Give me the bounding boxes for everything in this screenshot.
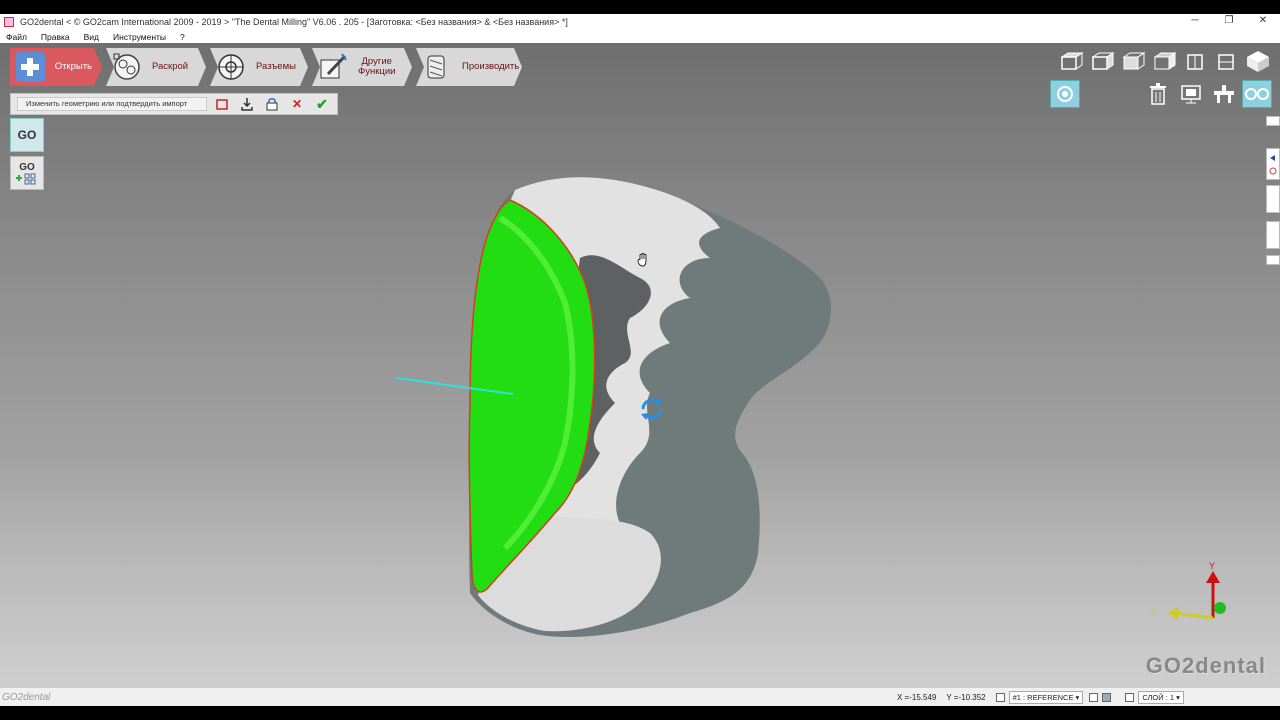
axis-triad: Y Z (1150, 561, 1226, 620)
menu-view[interactable]: Вид (84, 32, 99, 42)
go-button-label: GO (17, 128, 37, 142)
axis-z-label: Z (1150, 608, 1156, 618)
status-app-name: GO2dental (2, 691, 51, 703)
view-right-icon[interactable] (1151, 49, 1179, 73)
menu-file[interactable]: Файл (6, 32, 27, 42)
3d-viewport[interactable]: Y Z Открыть Раскрой Разъемы Другие Функц… (0, 43, 1280, 687)
reference-checkbox[interactable] (995, 692, 1005, 702)
layer-checkbox[interactable] (1125, 692, 1135, 702)
color-swatch[interactable] (1102, 692, 1112, 702)
status-bar: GO2dental X =-15.549 Y =-10.352 #1 : REF… (0, 687, 1280, 706)
menu-bar: Файл Правка Вид Инструменты ? (0, 30, 1280, 43)
brand-watermark: GO2dental (1145, 653, 1266, 678)
title-bar: GO2dental < © GO2cam International 2009 … (0, 0, 1280, 30)
trash-icon[interactable] (1143, 80, 1173, 108)
tab-open-label: Открыть (54, 61, 92, 72)
import-icon[interactable] (237, 95, 257, 113)
tab-nesting-label: Раскрой (152, 61, 189, 72)
view-toolbar (1055, 49, 1272, 73)
tab-connectors[interactable]: Разъемы (210, 48, 308, 86)
menu-tools[interactable]: Инструменты (113, 32, 166, 42)
select-box-icon[interactable] (212, 95, 232, 113)
grid-plus-icon (16, 173, 36, 184)
mill-tool-icon (422, 52, 452, 82)
side-tab-2[interactable] (1266, 185, 1280, 213)
side-tab-4[interactable] (1266, 255, 1280, 265)
plus-icon (16, 52, 45, 82)
command-bar: Изменить геометрию или подтвердить импор… (10, 93, 338, 115)
cancel-icon[interactable]: ✕ (287, 95, 307, 113)
app-icon (4, 17, 14, 27)
axis-y-label: Y (1209, 561, 1215, 571)
tab-connectors-label: Разъемы (256, 61, 296, 72)
reference-value: #1 : REFERENCE (1012, 692, 1074, 702)
color-checkbox[interactable] (1089, 692, 1099, 702)
view-front-icon[interactable] (1058, 49, 1086, 73)
confirm-icon[interactable]: ✔ (312, 95, 332, 113)
coord-y: Y =-10.352 (946, 692, 986, 702)
tab-produce-label: Производить (462, 61, 520, 72)
display-mode-icon[interactable] (1050, 80, 1080, 108)
coord-x: X =-15.549 (897, 692, 937, 702)
menu-edit[interactable]: Правка (41, 32, 70, 42)
view-back-icon[interactable] (1089, 49, 1117, 73)
close-button[interactable]: ✕ (1246, 14, 1280, 30)
go-plus-button[interactable]: GO (10, 156, 44, 190)
view-top-icon[interactable] (1182, 49, 1210, 73)
tab-other-functions-label: Другие Функции (358, 56, 396, 77)
go-plus-label: GO (19, 161, 35, 173)
layer-select[interactable]: СЛОЙ : 1 ▾ (1138, 690, 1184, 704)
section-cut-icon[interactable] (1209, 80, 1239, 108)
view-left-icon[interactable] (1120, 49, 1148, 73)
tab-open[interactable]: Открыть (10, 48, 102, 86)
secondary-toolbar (1047, 80, 1272, 108)
rotate-icon[interactable] (638, 395, 666, 423)
target-icon (216, 52, 246, 82)
hand-cursor-icon (637, 253, 647, 267)
tooth-model[interactable]: Y Z (0, 43, 1280, 687)
side-panel-toggle[interactable] (1266, 148, 1280, 180)
lock-icon[interactable] (262, 95, 282, 113)
window-title: GO2dental < © GO2cam International 2009 … (20, 17, 568, 27)
minimize-button[interactable]: ─ (1178, 14, 1212, 30)
view-iso-icon[interactable] (1244, 49, 1272, 73)
command-prompt: Изменить геометрию или подтвердить импор… (17, 97, 207, 111)
menu-help[interactable]: ? (180, 32, 185, 42)
maximize-button[interactable]: ❐ (1212, 14, 1246, 30)
side-tab-3[interactable] (1266, 221, 1280, 249)
side-tab-1[interactable] (1266, 116, 1280, 126)
reference-select[interactable]: #1 : REFERENCE ▾ (1008, 690, 1084, 704)
glasses-icon[interactable] (1242, 80, 1272, 108)
tab-nesting[interactable]: Раскрой (106, 48, 206, 86)
workflow-bar: Открыть Раскрой Разъемы Другие Функции П… (10, 48, 526, 86)
tools-icon (318, 52, 348, 82)
go-button[interactable]: GO (10, 118, 44, 152)
tab-other-functions[interactable]: Другие Функции (312, 48, 412, 86)
tab-produce[interactable]: Производить (416, 48, 522, 86)
screen-capture-icon[interactable] (1176, 80, 1206, 108)
layer-value: СЛОЙ : 1 (1142, 692, 1175, 702)
view-bottom-icon[interactable] (1213, 49, 1241, 73)
nesting-icon (112, 52, 142, 82)
bottom-strip (0, 706, 1280, 720)
window-controls: ─ ❐ ✕ (1178, 14, 1280, 30)
